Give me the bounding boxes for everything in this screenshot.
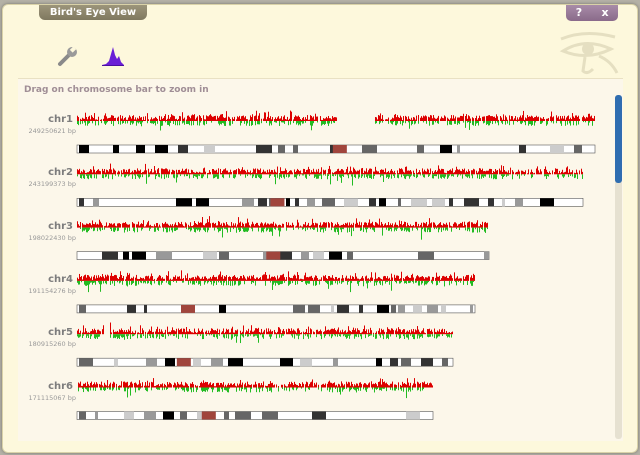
karyotype-plot[interactable] (18, 79, 614, 441)
karyotype-panel: Drag on chromosome bar to zoom in chr1 24… (18, 78, 623, 441)
birds-eye-view-window: Bird's Eye View ? x Drag on chromosome b… (2, 4, 638, 453)
centromere-marker (201, 411, 216, 420)
centromere-marker (176, 358, 191, 367)
close-button[interactable]: x (592, 5, 618, 21)
chromosome-bar[interactable] (76, 357, 454, 367)
vertical-scrollbar[interactable] (615, 95, 622, 439)
chromosome-label: chr6 (48, 380, 73, 392)
centromere-marker (181, 304, 195, 313)
chromosome-bar[interactable] (76, 198, 584, 207)
chromosome-label: chr1 (48, 114, 73, 125)
chromosome-bar[interactable] (76, 304, 476, 314)
signal-track (77, 270, 475, 293)
window-controls: ? x (566, 5, 618, 21)
chromosome-length: 191154276 bp (28, 286, 76, 295)
chromosome-label: chr3 (48, 220, 73, 232)
centromere-marker (270, 198, 285, 207)
chromosome-length: 198022430 bp (28, 233, 76, 242)
signal-track (78, 378, 433, 399)
wrench-icon[interactable] (57, 45, 79, 71)
signal-track (77, 216, 488, 240)
chromosome-bar[interactable] (76, 251, 490, 260)
chromosome-bar[interactable] (76, 144, 596, 154)
chromosome-label: chr4 (48, 273, 73, 285)
signal-track (77, 322, 453, 344)
chromosome-label: chr2 (48, 167, 73, 179)
signal-track (77, 110, 595, 131)
signal-track (77, 163, 583, 186)
chromosome-label: chr5 (48, 327, 73, 339)
centromere-marker (332, 145, 347, 153)
chromosome-length: 249250621 bp (28, 127, 76, 135)
chromosome-length: 180915260 bp (28, 340, 76, 349)
help-button[interactable]: ? (566, 5, 592, 21)
chromosome-length: 171115067 bp (28, 393, 76, 402)
window-title: Bird's Eye View (39, 5, 147, 20)
chromosome-length: 243199373 bp (28, 180, 76, 189)
centromere-marker (266, 251, 281, 260)
chromosome-bar[interactable] (76, 411, 434, 420)
histogram-icon[interactable] (101, 45, 125, 71)
eye-logo-icon (555, 29, 625, 79)
scrollbar-thumb[interactable] (615, 95, 622, 183)
